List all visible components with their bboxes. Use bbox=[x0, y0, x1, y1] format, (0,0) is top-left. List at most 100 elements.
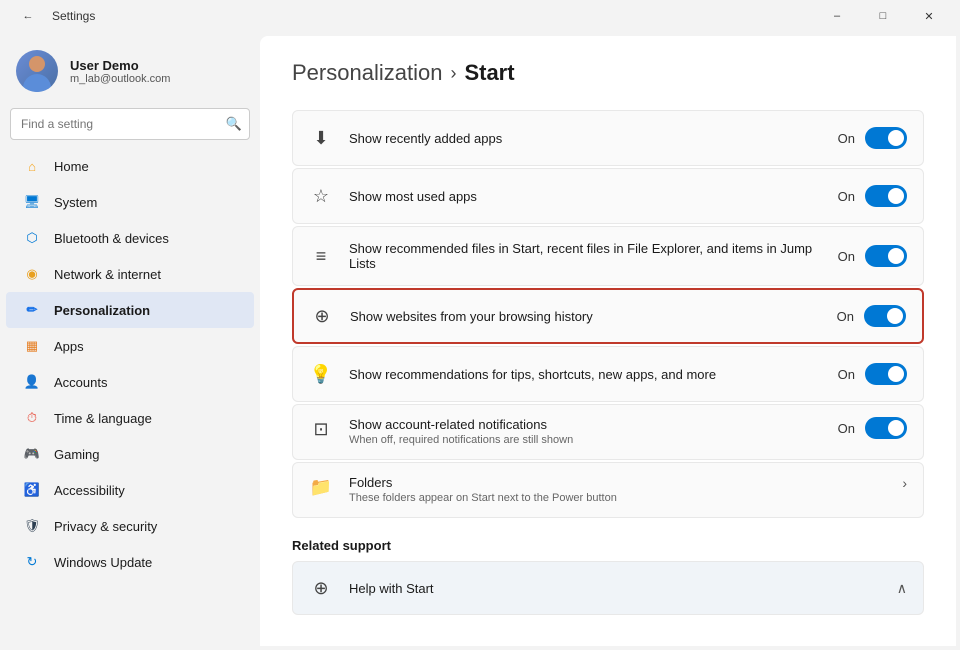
sidebar-item-bluetooth[interactable]: ⬡Bluetooth & devices bbox=[6, 220, 254, 256]
account-notifications-icon: ⊡ bbox=[309, 417, 333, 441]
recommended-files-icon: ≡ bbox=[309, 244, 333, 268]
sidebar-item-accessibility[interactable]: ♿Accessibility bbox=[6, 472, 254, 508]
sidebar-label-apps: Apps bbox=[54, 339, 84, 354]
most-used-icon: ☆ bbox=[309, 184, 333, 208]
settings-item-most-used[interactable]: ☆ Show most used apps On bbox=[292, 168, 924, 224]
recommendations-tips-label: Show recommendations for tips, shortcuts… bbox=[349, 367, 822, 382]
account-notifications-sublabel: When off, required notifications are sti… bbox=[349, 434, 822, 446]
sidebar-item-accounts[interactable]: 👤Accounts bbox=[6, 364, 254, 400]
user-name: User Demo bbox=[70, 58, 244, 73]
titlebar-controls: – □ ✕ bbox=[814, 0, 952, 32]
websites-history-label: Show websites from your browsing history bbox=[350, 309, 821, 324]
nav-list: ⌂Home 🖥 System ⬡Bluetooth & devices ◉ Network… bbox=[0, 148, 260, 580]
folders-sublabel: These folders appear on Start next to th… bbox=[349, 492, 886, 504]
sidebar-item-time[interactable]: ⏱Time & language bbox=[6, 400, 254, 436]
recommendations-tips-content: Show recommendations for tips, shortcuts… bbox=[349, 367, 822, 382]
folders-right: › bbox=[902, 475, 907, 491]
most-used-content: Show most used apps bbox=[349, 189, 822, 204]
sidebar-label-time: Time & language bbox=[54, 411, 152, 426]
recently-added-content: Show recently added apps bbox=[349, 131, 822, 146]
folders-label: Folders bbox=[349, 475, 886, 490]
breadcrumb-parent: Personalization bbox=[292, 60, 442, 86]
sidebar-label-gaming: Gaming bbox=[54, 447, 100, 462]
sidebar-item-update[interactable]: ↻ Windows Update bbox=[6, 544, 254, 580]
user-info: User Demo m_lab@outlook.com bbox=[70, 58, 244, 85]
websites-history-status: On bbox=[837, 309, 854, 324]
account-notifications-right: On bbox=[838, 417, 907, 439]
recommended-files-toggle[interactable] bbox=[865, 245, 907, 267]
most-used-status: On bbox=[838, 189, 855, 204]
support-list: ⊕Help with Start∧ bbox=[292, 561, 924, 615]
settings-item-recently-added[interactable]: ⬇ Show recently added apps On bbox=[292, 110, 924, 166]
folders-content: Folders These folders appear on Start nex… bbox=[349, 475, 886, 504]
settings-item-recommended-files[interactable]: ≡ Show recommended files in Start, recent… bbox=[292, 226, 924, 286]
accessibility-icon: ♿ bbox=[22, 480, 42, 500]
avatar bbox=[16, 50, 58, 92]
recently-added-icon: ⬇ bbox=[309, 126, 333, 150]
settings-item-account-notifications[interactable]: ⊡ Show account-related notificationsWhen … bbox=[292, 404, 924, 460]
most-used-right: On bbox=[838, 185, 907, 207]
minimize-button[interactable]: – bbox=[814, 0, 860, 32]
related-support: Related support ⊕Help with Start∧ bbox=[292, 538, 924, 615]
breadcrumb: Personalization › Start bbox=[292, 60, 924, 86]
privacy-icon: 🛡 bbox=[22, 516, 42, 536]
apps-icon: ▦ bbox=[22, 336, 42, 356]
breadcrumb-current: Start bbox=[464, 60, 514, 86]
home-icon: ⌂ bbox=[22, 156, 42, 176]
close-button[interactable]: ✕ bbox=[906, 0, 952, 32]
app-body: User Demo m_lab@outlook.com 🔍 ⌂Home🖥Syst… bbox=[0, 32, 960, 650]
sidebar: User Demo m_lab@outlook.com 🔍 ⌂Home🖥Syst… bbox=[0, 32, 260, 650]
main-content: Personalization › Start ⬇ Show recently a… bbox=[260, 36, 956, 646]
sidebar-item-personalization[interactable]: ✏Personalization bbox=[6, 292, 254, 328]
network-icon: ◉ bbox=[22, 264, 42, 284]
recently-added-label: Show recently added apps bbox=[349, 131, 822, 146]
most-used-toggle[interactable] bbox=[865, 185, 907, 207]
user-profile[interactable]: User Demo m_lab@outlook.com bbox=[0, 40, 260, 108]
websites-history-icon: ⊕ bbox=[310, 304, 334, 328]
recommended-files-label: Show recommended files in Start, recent … bbox=[349, 241, 822, 271]
system-icon: 🖥 bbox=[22, 192, 42, 212]
account-notifications-status: On bbox=[838, 421, 855, 436]
sidebar-item-home[interactable]: ⌂Home bbox=[6, 148, 254, 184]
search-input[interactable] bbox=[10, 108, 250, 140]
account-notifications-content: Show account-related notificationsWhen o… bbox=[349, 417, 822, 446]
sidebar-label-privacy: Privacy & security bbox=[54, 519, 157, 534]
websites-history-right: On bbox=[837, 305, 906, 327]
help-start-chevron: ∧ bbox=[897, 580, 907, 597]
websites-history-toggle[interactable] bbox=[864, 305, 906, 327]
settings-item-recommendations-tips[interactable]: 💡Show recommendations for tips, shortcut… bbox=[292, 346, 924, 402]
most-used-label: Show most used apps bbox=[349, 189, 822, 204]
maximize-button[interactable]: □ bbox=[860, 0, 906, 32]
sidebar-label-system: System bbox=[54, 195, 97, 210]
folders-chevron: › bbox=[902, 475, 907, 491]
related-support-title: Related support bbox=[292, 538, 924, 553]
account-notifications-toggle[interactable] bbox=[865, 417, 907, 439]
settings-item-folders[interactable]: 📁FoldersThese folders appear on Start ne… bbox=[292, 462, 924, 518]
recently-added-right: On bbox=[838, 127, 907, 149]
recommended-files-content: Show recommended files in Start, recent … bbox=[349, 241, 822, 271]
recommendations-tips-toggle[interactable] bbox=[865, 363, 907, 385]
update-icon: ↻ bbox=[22, 552, 42, 572]
sidebar-item-system[interactable]: 🖥 System bbox=[6, 184, 254, 220]
back-button[interactable]: ← bbox=[12, 0, 44, 32]
sidebar-label-network: Network & internet bbox=[54, 267, 161, 282]
support-item-help-start[interactable]: ⊕Help with Start∧ bbox=[292, 561, 924, 615]
recently-added-status: On bbox=[838, 131, 855, 146]
sidebar-label-update: Windows Update bbox=[54, 555, 152, 570]
settings-list: ⬇ Show recently added apps On ☆ Show most us… bbox=[292, 110, 924, 518]
titlebar-title: Settings bbox=[52, 9, 95, 23]
sidebar-item-apps[interactable]: ▦ Apps bbox=[6, 328, 254, 364]
help-start-icon: ⊕ bbox=[309, 576, 333, 600]
gaming-icon: 🎮 bbox=[22, 444, 42, 464]
sidebar-item-network[interactable]: ◉ Network & internet bbox=[6, 256, 254, 292]
titlebar: ← Settings – □ ✕ bbox=[0, 0, 960, 32]
sidebar-label-bluetooth: Bluetooth & devices bbox=[54, 231, 169, 246]
titlebar-left: ← Settings bbox=[12, 0, 95, 32]
settings-item-websites-history[interactable]: ⊕ Show websites from your browsing histor… bbox=[292, 288, 924, 344]
sidebar-item-privacy[interactable]: 🛡 Privacy & security bbox=[6, 508, 254, 544]
recommendations-tips-status: On bbox=[838, 367, 855, 382]
sidebar-item-gaming[interactable]: 🎮 Gaming bbox=[6, 436, 254, 472]
personalization-icon: ✏ bbox=[22, 300, 42, 320]
breadcrumb-separator: › bbox=[450, 63, 456, 84]
recently-added-toggle[interactable] bbox=[865, 127, 907, 149]
